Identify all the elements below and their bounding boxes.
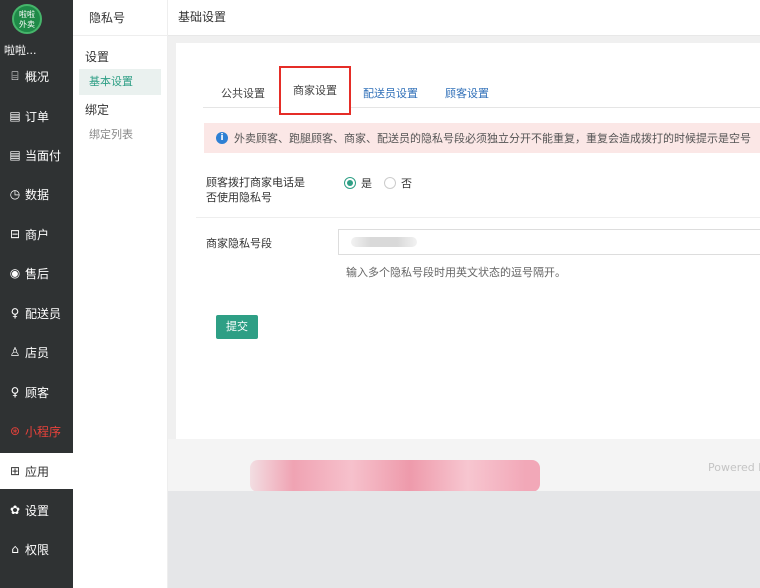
orders-icon: ▤ xyxy=(9,109,21,123)
settings-card: 公共设置 商家设置 配送员设置 顾客设置 i 外卖顾客、跑腿顾客、商家、配送员的… xyxy=(176,43,760,439)
courier-icon: ♀ xyxy=(10,306,20,320)
nav-item-apps[interactable]: ⊞ 应用 xyxy=(0,453,73,489)
tab-merchant-settings[interactable]: 商家设置 xyxy=(279,66,351,115)
use-privacy-label-line2: 否使用隐私号 xyxy=(206,191,272,204)
app-root: 啦啦 外卖 啦啦... ⌸ 概况 ▤ 订单 ▤ 当面付 ◷ 数据 ⊟ 商户 ◉ … xyxy=(0,0,760,588)
warning-alert: i 外卖顾客、跑腿顾客、商家、配送员的隐私号段必须独立分开不能重复，重复会造成拨… xyxy=(204,123,760,153)
sub-nav-group-settings: 设置 xyxy=(85,50,110,64)
logo-text-line1: 啦啦 xyxy=(19,10,35,19)
nav-item-label: 配送员 xyxy=(25,306,62,321)
nav-item-label: 设置 xyxy=(25,503,50,518)
nav-item-face-pay[interactable]: ▤ 当面付 xyxy=(0,137,73,173)
nav-item-label: 权限 xyxy=(25,542,50,557)
radio-yes-label: 是 xyxy=(361,177,372,190)
radio-unchecked-icon xyxy=(384,177,396,189)
main-nav: 啦啦 外卖 啦啦... ⌸ 概况 ▤ 订单 ▤ 当面付 ◷ 数据 ⊟ 商户 ◉ … xyxy=(0,0,73,588)
page-title: 基础设置 xyxy=(168,0,760,36)
logo-text-line2: 外卖 xyxy=(19,20,35,29)
divider xyxy=(196,217,760,218)
footer: Powered b xyxy=(168,439,760,492)
settings-tabs: 公共设置 商家设置 配送员设置 顾客设置 xyxy=(203,66,760,115)
nav-item-label: 订单 xyxy=(25,109,50,124)
sub-nav-group-binding: 绑定 xyxy=(85,103,110,117)
info-icon: i xyxy=(216,132,228,144)
nav-item-label: 概况 xyxy=(25,69,50,84)
nav-item-label: 当面付 xyxy=(25,148,62,163)
radio-checked-icon xyxy=(344,177,356,189)
nav-item-after-sales[interactable]: ◉ 售后 xyxy=(0,255,73,291)
nav-item-label: 应用 xyxy=(25,464,50,479)
nav-item-data[interactable]: ◷ 数据 xyxy=(0,176,73,212)
nav-item-permissions[interactable]: ⌂ 权限 xyxy=(0,531,73,567)
segment-label: 商家隐私号段 xyxy=(206,237,272,250)
clerk-icon: ♙ xyxy=(9,345,21,359)
nav-item-clerks[interactable]: ♙ 店员 xyxy=(0,334,73,370)
nav-item-orders[interactable]: ▤ 订单 xyxy=(0,98,73,134)
nav-item-label: 售后 xyxy=(25,266,50,281)
alert-text: 外卖顾客、跑腿顾客、商家、配送员的隐私号段必须独立分开不能重复，重复会造成拨打的… xyxy=(234,132,751,145)
bottom-background xyxy=(168,491,760,588)
data-icon: ◷ xyxy=(9,187,21,201)
redacted-value xyxy=(351,237,417,247)
powered-by-text: Powered b xyxy=(708,461,760,474)
nav-item-couriers[interactable]: ♀ 配送员 xyxy=(0,295,73,331)
radio-no-label: 否 xyxy=(401,177,412,190)
nav-item-label: 店员 xyxy=(25,345,50,360)
sub-nav-title: 隐私号 xyxy=(73,0,167,36)
tab-courier-settings[interactable]: 配送员设置 xyxy=(363,80,418,107)
after-sales-icon: ◉ xyxy=(9,266,21,280)
radio-no[interactable]: 否 xyxy=(384,175,412,191)
nav-item-label: 数据 xyxy=(25,187,50,202)
apps-icon: ⊞ xyxy=(9,464,21,478)
segment-hint: 输入多个隐私号段时用英文状态的逗号隔开。 xyxy=(346,266,566,279)
nav-item-settings[interactable]: ✿ 设置 xyxy=(0,492,73,528)
tab-public-settings[interactable]: 公共设置 xyxy=(221,80,265,107)
overview-icon: ⌸ xyxy=(11,68,19,83)
sub-nav: 隐私号 设置 基本设置 绑定 绑定列表 xyxy=(73,0,168,588)
shop-name: 啦啦... xyxy=(4,44,37,57)
redacted-footer-text xyxy=(250,460,540,492)
face-pay-icon: ▤ xyxy=(9,148,21,162)
shop-logo: 啦啦 外卖 xyxy=(12,4,42,34)
mini-program-icon: ⊛ xyxy=(9,424,21,438)
tab-customer-settings[interactable]: 顾客设置 xyxy=(445,80,489,107)
submit-button[interactable]: 提交 xyxy=(216,315,258,339)
radio-yes[interactable]: 是 xyxy=(344,175,372,191)
sub-nav-item-binding-list[interactable]: 绑定列表 xyxy=(79,122,161,148)
privacy-segment-input[interactable] xyxy=(338,229,760,255)
customer-icon: ♀ xyxy=(10,385,20,399)
nav-item-overview[interactable]: ⌸ 概况 xyxy=(0,58,73,94)
nav-item-mini-program[interactable]: ⊛ 小程序 xyxy=(0,413,73,449)
nav-item-label: 商户 xyxy=(25,227,50,242)
gear-icon: ✿ xyxy=(9,503,21,517)
nav-item-customers[interactable]: ♀ 顾客 xyxy=(0,374,73,410)
nav-item-label: 顾客 xyxy=(25,385,50,400)
lock-icon: ⌂ xyxy=(11,542,19,556)
nav-item-merchants[interactable]: ⊟ 商户 xyxy=(0,216,73,252)
merchant-icon: ⊟ xyxy=(9,227,21,241)
nav-item-label: 小程序 xyxy=(25,424,62,439)
sub-nav-item-basic-settings[interactable]: 基本设置 xyxy=(79,69,161,95)
use-privacy-label-line1: 顾客拨打商家电话是 xyxy=(206,176,305,189)
use-privacy-label: 顾客拨打商家电话是 否使用隐私号 xyxy=(206,175,305,205)
main-area: 基础设置 公共设置 商家设置 配送员设置 顾客设置 i 外卖顾客、跑腿顾客、商家… xyxy=(168,0,760,588)
